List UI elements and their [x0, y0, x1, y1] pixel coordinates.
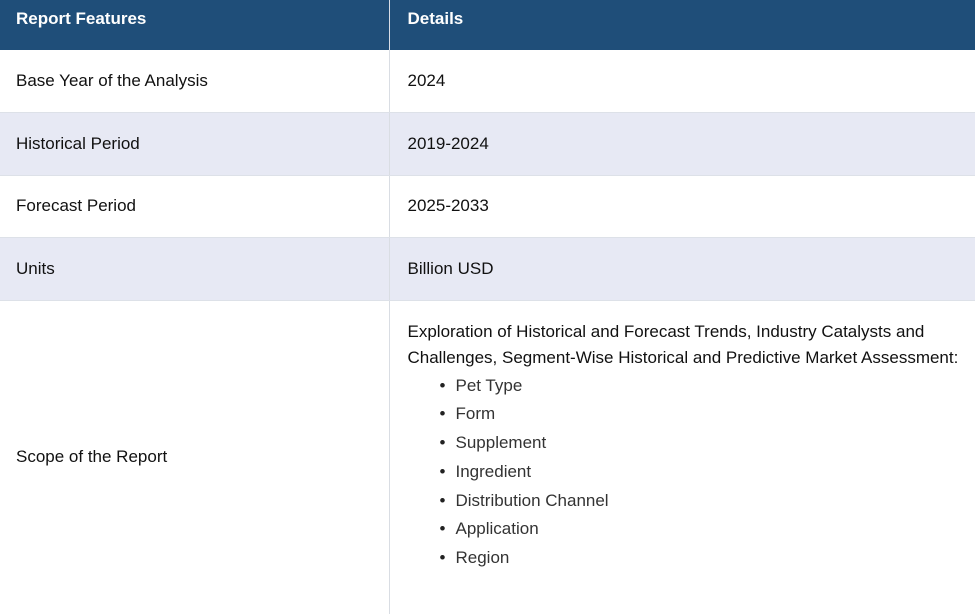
list-item-label: Application	[455, 519, 539, 539]
list-item-label: Ingredient	[455, 461, 532, 481]
detail-cell: 2025-2033	[389, 175, 975, 238]
header-details: Details	[389, 0, 975, 50]
bullet-icon: •	[439, 404, 446, 424]
header-report-features: Report Features	[0, 0, 390, 50]
detail-cell: Billion USD	[389, 237, 975, 301]
feature-cell: Historical Period	[0, 112, 390, 176]
detail-cell: 2019-2024	[389, 112, 975, 176]
list-item: • Pet Type	[440, 372, 960, 401]
bullet-icon: •	[439, 375, 446, 395]
table-row: Forecast Period 2025-2033	[0, 175, 975, 238]
scope-intro-text: Exploration of Historical and Forecast T…	[407, 321, 959, 367]
table-row-scope: Scope of the Report Exploration of Histo…	[0, 300, 975, 614]
bullet-icon: •	[439, 519, 446, 539]
list-item: • Form	[440, 400, 960, 429]
feature-cell: Forecast Period	[0, 175, 390, 238]
list-item: • Region	[440, 544, 960, 573]
bullet-icon: •	[439, 490, 446, 510]
list-item-label: Supplement	[455, 433, 547, 453]
table-row: Historical Period 2019-2024	[0, 112, 975, 176]
list-item: • Ingredient	[440, 458, 960, 487]
detail-cell: 2024	[389, 50, 975, 113]
table-row: Units Billion USD	[0, 237, 975, 301]
feature-cell: Units	[0, 237, 390, 301]
table-row: Base Year of the Analysis 2024	[0, 50, 975, 113]
list-item-label: Form	[455, 404, 496, 424]
bullet-icon: •	[439, 433, 446, 453]
list-item-label: Region	[455, 548, 510, 568]
list-item: • Application	[440, 515, 960, 544]
table-header-row: Report Features Details	[0, 0, 975, 50]
bullet-icon: •	[439, 548, 446, 568]
list-item-label: Distribution Channel	[455, 490, 609, 510]
scope-detail-cell: Exploration of Historical and Forecast T…	[389, 300, 975, 614]
bullet-icon: •	[439, 461, 446, 481]
report-features-table: Report Features Details Base Year of the…	[0, 0, 975, 614]
scope-segment-list: • Pet Type • Form • Supplement • Ingredient …	[408, 372, 960, 574]
list-item: • Distribution Channel	[440, 487, 960, 516]
feature-cell: Base Year of the Analysis	[0, 50, 390, 113]
list-item: • Supplement	[440, 429, 960, 458]
list-item-label: Pet Type	[455, 375, 523, 395]
feature-cell: Scope of the Report	[0, 300, 390, 614]
